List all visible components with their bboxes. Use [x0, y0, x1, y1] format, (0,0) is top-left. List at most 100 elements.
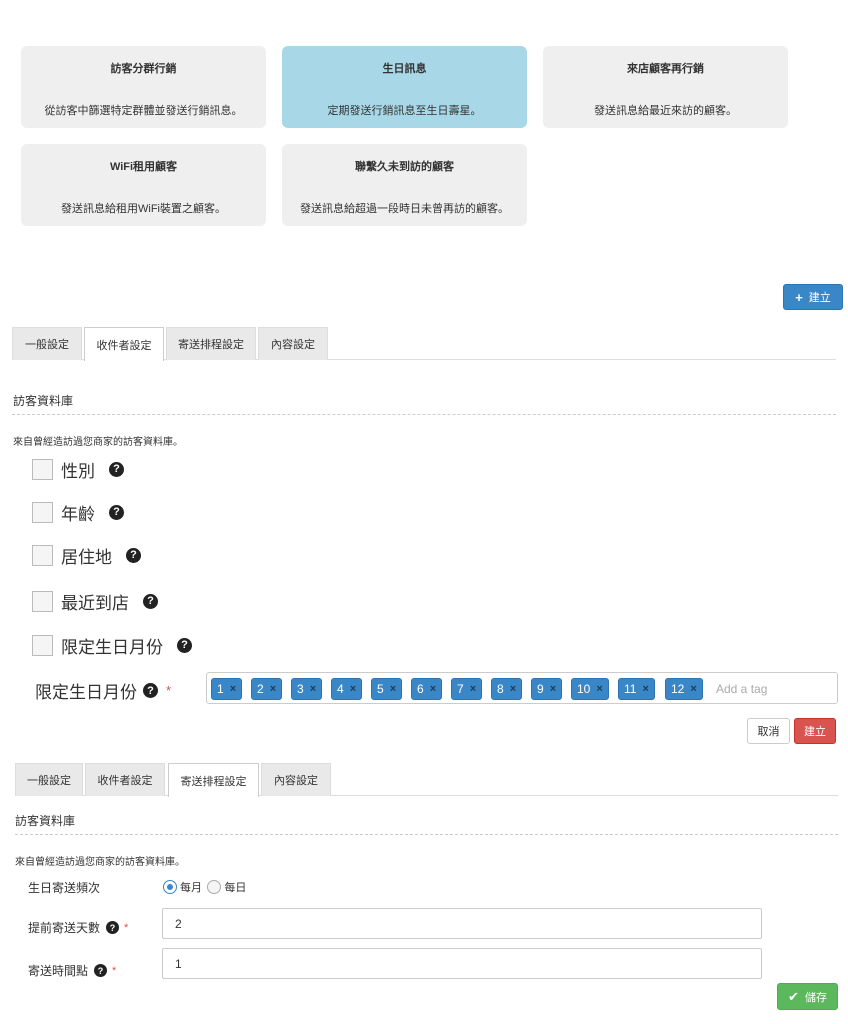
tab-recipients[interactable]: 收件者設定	[85, 763, 165, 796]
remove-tag-icon[interactable]: ×	[310, 683, 316, 695]
tab-schedule[interactable]: 寄送排程設定	[166, 327, 256, 360]
radio-label: 每日	[224, 882, 247, 894]
remove-tag-icon[interactable]: ×	[470, 683, 476, 695]
question-circle-icon[interactable]: ?	[177, 637, 192, 653]
question-circle-icon[interactable]: ?	[106, 921, 120, 934]
tag-label: 8	[497, 682, 504, 696]
check-icon: ✔	[788, 988, 799, 1004]
card-birthday-message[interactable]: 生日訊息 定期發送行銷訊息至生日壽星。	[282, 46, 527, 128]
tag-month: 1 ×	[211, 678, 243, 700]
field-label-text: 生日寄送頻次	[28, 881, 101, 895]
advance-days-input[interactable]: 2	[162, 908, 762, 939]
tag-month: 11 ×	[618, 678, 655, 700]
cancel-button[interactable]: 取消	[747, 718, 790, 744]
radio-label: 每月	[180, 882, 202, 894]
filter-label: 年齡	[61, 504, 95, 524]
section-description: 來自曾經造訪過您商家的訪客資料庫。	[13, 437, 183, 448]
tag-month: 9 ×	[531, 678, 563, 700]
tag-label: 11	[624, 682, 637, 696]
card-wifi-rental[interactable]: WiFi租用顧客 發送訊息給租用WiFi裝置之顧客。	[21, 144, 266, 226]
tag-label: 10	[577, 682, 591, 696]
card-title: WiFi租用顧客	[109, 161, 178, 173]
remove-tag-icon[interactable]: ×	[430, 683, 436, 695]
tag-month: 5 ×	[371, 678, 403, 700]
tab-schedule[interactable]: 寄送排程設定	[168, 763, 259, 797]
create-label: 建立	[808, 292, 831, 304]
recent-visit-checkbox[interactable]	[32, 590, 53, 612]
card-title: 來店顧客再行銷	[627, 63, 704, 75]
card-visitor-segment[interactable]: 訪客分群行銷 從訪客中篩選特定群體並發送行銷訊息。	[21, 46, 266, 128]
gender-checkbox[interactable]	[32, 458, 53, 480]
card-desc: 發送訊息給最近來訪的顧客。	[594, 105, 737, 117]
tag-label: 5	[377, 682, 384, 696]
section-title: 訪客資料庫	[13, 394, 74, 408]
filter-label: 性別	[61, 461, 95, 481]
remove-tag-icon[interactable]: ×	[642, 683, 648, 695]
tag-placeholder[interactable]: Add a tag	[716, 682, 767, 696]
radio-monthly[interactable]	[163, 880, 177, 894]
filter-recent-visit: 最近到店 ?	[32, 589, 158, 613]
filter-birth-month: 限定生日月份 ?	[32, 633, 192, 657]
remove-tag-icon[interactable]: ×	[270, 683, 276, 695]
card-title: 訪客分群行銷	[110, 63, 177, 75]
section-description: 來自曾經造訪過您商家的訪客資料庫。	[15, 857, 185, 868]
create-button-top[interactable]: + 建立	[783, 284, 843, 310]
question-circle-icon[interactable]: ?	[126, 547, 141, 563]
tag-label: 4	[337, 682, 344, 696]
tag-label: 3	[297, 682, 304, 696]
required-mark: *	[112, 964, 117, 977]
section-divider	[15, 834, 838, 835]
residence-checkbox[interactable]	[32, 544, 53, 566]
filter-gender: 性別 ?	[32, 457, 124, 481]
section-divider	[12, 414, 836, 415]
remove-tag-icon[interactable]: ×	[550, 683, 556, 695]
remove-tag-icon[interactable]: ×	[390, 683, 396, 695]
question-circle-icon[interactable]: ?	[94, 964, 108, 977]
tag-label: 2	[257, 682, 264, 696]
filter-label: 限定生日月份	[61, 637, 163, 657]
question-circle-icon[interactable]: ?	[109, 504, 124, 520]
card-desc: 定期發送行銷訊息至生日壽星。	[327, 105, 482, 117]
save-label: 儲存	[804, 991, 827, 1004]
send-frequency-radio-group: 每月 每日	[163, 879, 248, 895]
tab-content[interactable]: 內容設定	[261, 763, 331, 796]
card-lapsed-customer[interactable]: 聯繫久未到訪的顧客 發送訊息給超過一段時日未曾再訪的顧客。	[282, 144, 527, 226]
remove-tag-icon[interactable]: ×	[690, 683, 696, 695]
question-circle-icon[interactable]: ?	[109, 461, 124, 477]
field-label-text: 提前寄送天數	[28, 921, 101, 935]
remove-tag-icon[interactable]: ×	[230, 683, 236, 695]
tag-label: 7	[457, 682, 464, 696]
birth-month-checkbox[interactable]	[32, 634, 53, 656]
birth-month-tag-input[interactable]: 1 × 2 × 3 × 4 × 5 × 6 × 7 × 8 × 9 × 10 × 11 × 12 × A…	[206, 672, 838, 704]
question-circle-icon[interactable]: ?	[143, 593, 158, 609]
create-button[interactable]: 建立	[794, 718, 836, 744]
tag-month: 2 ×	[251, 678, 283, 700]
card-desc: 發送訊息給租用WiFi裝置之顧客。	[61, 203, 226, 215]
question-circle-icon[interactable]: ?	[143, 683, 158, 698]
filter-label: 最近到店	[61, 593, 129, 613]
remove-tag-icon[interactable]: ×	[350, 683, 356, 695]
filter-label: 居住地	[61, 547, 112, 567]
section-title: 訪客資料庫	[15, 814, 76, 828]
tab-content[interactable]: 內容設定	[258, 327, 328, 360]
tag-label: 12	[671, 682, 685, 696]
tab-recipients[interactable]: 收件者設定	[84, 327, 164, 361]
radio-daily[interactable]	[207, 880, 222, 894]
card-title: 生日訊息	[382, 63, 427, 75]
age-checkbox[interactable]	[32, 501, 53, 523]
card-desc: 發送訊息給超過一段時日未曾再訪的顧客。	[300, 203, 509, 215]
tag-label: 9	[537, 682, 544, 696]
tag-month: 12 ×	[665, 678, 703, 700]
tag-label: 6	[417, 682, 424, 696]
tag-label: 1	[217, 682, 224, 696]
remove-tag-icon[interactable]: ×	[510, 683, 516, 695]
tag-month: 7 ×	[451, 678, 483, 700]
tab-general[interactable]: 一般設定	[12, 327, 82, 360]
send-time-input[interactable]: 1	[162, 948, 762, 979]
remove-tag-icon[interactable]: ×	[596, 683, 602, 695]
advance-days-label: 提前寄送天數 ? *	[28, 919, 128, 936]
save-button[interactable]: ✔ 儲存	[777, 983, 838, 1010]
birth-month-field-label: 限定生日月份 ? *	[35, 678, 171, 703]
card-returning-customer[interactable]: 來店顧客再行銷 發送訊息給最近來訪的顧客。	[543, 46, 788, 128]
tab-general[interactable]: 一般設定	[15, 763, 83, 796]
